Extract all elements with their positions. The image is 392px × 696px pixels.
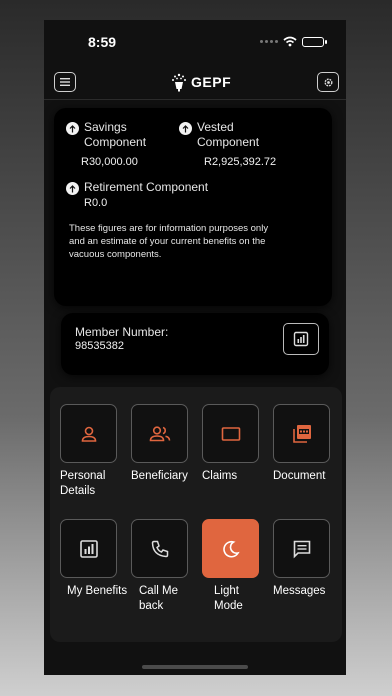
tile-label: My Benefits [67,585,128,597]
tile-label: Messages [273,585,326,597]
member-card: Member Number: 98535382 [61,313,329,375]
tile-call-me-back[interactable]: Call Me back [131,519,201,613]
tile-light-mode[interactable]: Light Mode [202,519,272,613]
tile-personal-details-button[interactable] [60,404,117,463]
vested-label: Vested Component [197,120,260,149]
tile-document-button[interactable] [273,404,330,463]
light-mode-toggle[interactable] [202,519,259,578]
gear-icon [324,78,332,86]
savings-label: Savings Component [84,120,147,149]
tile-messages[interactable]: Messages [273,519,343,599]
status-icons [260,36,327,47]
tile-label: Light Mode [214,585,243,612]
tile-messages-button[interactable] [273,519,330,578]
components-card: Savings Component R30,000.00 Vested Comp… [54,108,332,306]
member-chart-button[interactable] [283,323,319,355]
savings-component[interactable]: Savings Component [66,120,164,150]
tile-my-benefits-button[interactable] [60,519,117,578]
phone-icon [151,540,168,557]
tile-call-me-back-button[interactable] [131,519,188,578]
chart-icon [79,539,98,558]
person-icon [81,426,96,442]
settings-button[interactable] [317,72,339,92]
tile-claims[interactable]: Claims [202,404,272,484]
brand-logo: GEPF [170,72,231,92]
menu-button[interactable] [54,72,76,92]
signal-icon [260,40,278,43]
home-indicator[interactable] [142,665,248,669]
member-number-label: Member Number: [75,325,169,339]
tile-beneficiary-button[interactable] [131,404,188,463]
wifi-icon [283,36,297,47]
tile-beneficiary[interactable]: Beneficiary [131,404,201,484]
app-screen: 8:59 GEPF Savings Component R30,000.00 V… [44,20,346,675]
tile-label: Personal Details [60,470,106,497]
vested-value: R2,925,392.72 [204,156,277,168]
tile-personal-details[interactable]: Personal Details [60,404,130,498]
top-nav: GEPF [44,66,346,100]
message-icon [293,540,310,558]
moon-icon [222,540,240,557]
retirement-value: R0.0 [84,197,108,209]
arrow-up-icon [66,122,79,135]
savings-value: R30,000.00 [81,156,138,168]
rectangle-icon [221,426,240,441]
tile-my-benefits[interactable]: My Benefits [60,519,130,599]
status-bar: 8:59 [44,20,346,62]
status-time: 8:59 [88,34,117,50]
pdf-icon [292,424,311,443]
tile-claims-button[interactable] [202,404,259,463]
services-grid: Personal Details Beneficiary Claims Docu… [50,387,342,642]
people-icon [149,425,170,441]
vested-component[interactable]: Vested Component [179,120,277,150]
gepf-logo-icon [172,73,186,92]
tile-document[interactable]: Document [273,404,343,484]
tile-label: Claims [202,470,238,482]
tile-label: Beneficiary [131,470,188,482]
battery-icon [302,36,327,47]
retirement-component[interactable]: Retirement Component [66,180,234,195]
tile-label: Document [273,470,326,482]
arrow-up-icon [179,122,192,135]
member-number-value: 98535382 [75,340,124,352]
hamburger-icon [60,78,70,86]
brand-name: GEPF [191,74,232,90]
chart-icon [293,331,309,347]
disclaimer-text: These figures are for information purpos… [69,223,269,260]
arrow-up-icon [66,182,79,195]
tile-label: Call Me back [139,585,178,612]
retirement-label: Retirement Component [84,180,209,194]
